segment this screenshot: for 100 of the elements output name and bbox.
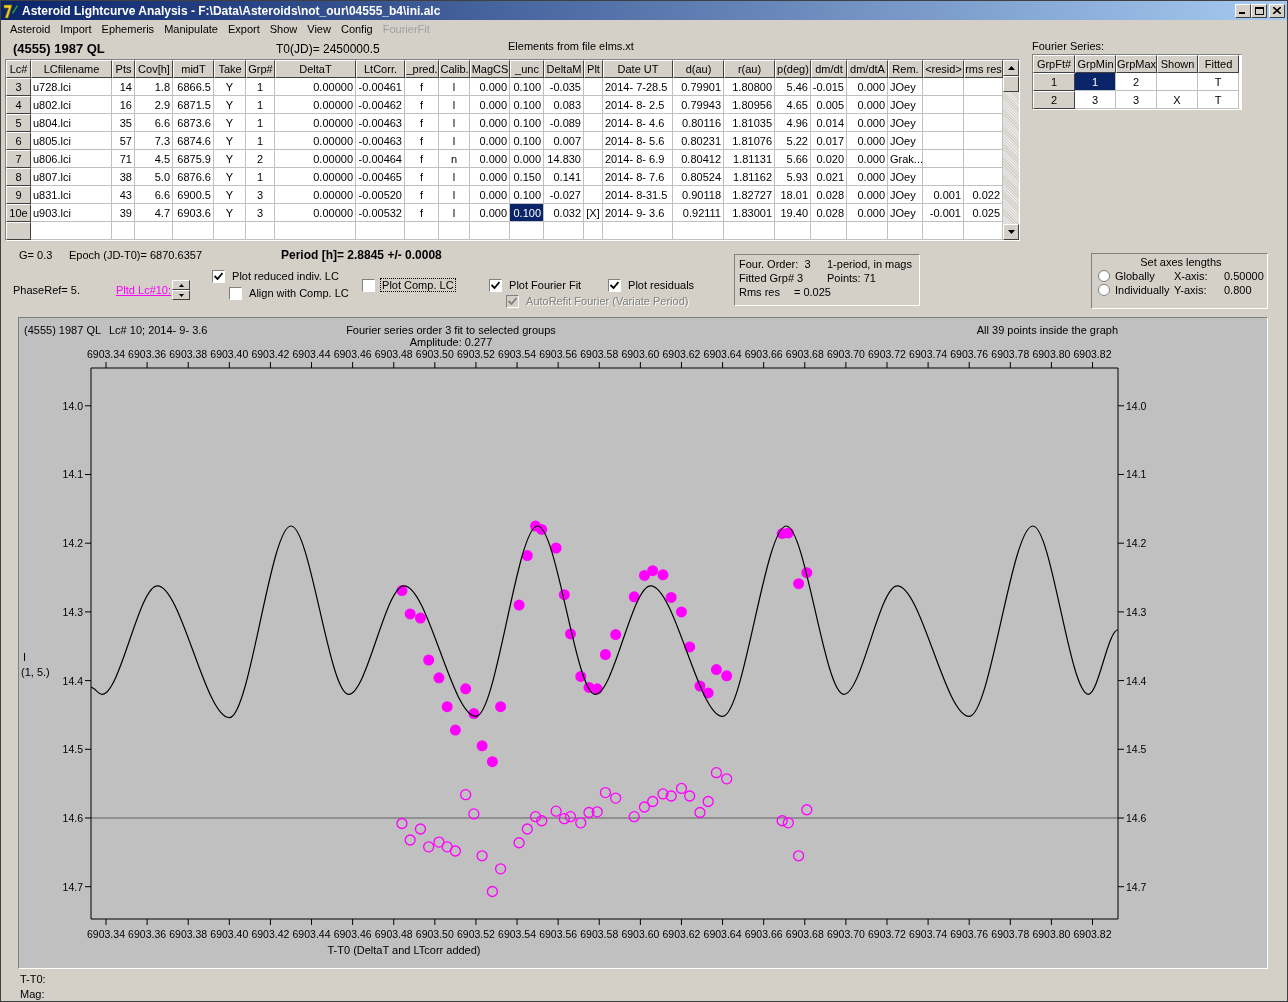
checkbox[interactable] <box>489 278 503 292</box>
menu-item[interactable]: View <box>302 23 336 35</box>
table-cell: 0.000 <box>847 114 888 132</box>
tick-label: 6903.34 <box>87 348 125 360</box>
column-header[interactable]: Calib. <box>439 60 470 78</box>
menu-item[interactable]: Import <box>55 23 97 35</box>
checkbox-label[interactable]: Plot reduced indiv. LC <box>230 269 341 283</box>
column-header[interactable]: <resid> <box>923 60 964 78</box>
column-header[interactable]: Grp# <box>246 60 275 78</box>
menu-item[interactable]: Export <box>222 23 265 35</box>
column-header[interactable]: r(au) <box>724 60 775 78</box>
table-cell: 2014- 8-31.5 <box>603 186 673 204</box>
column-header[interactable]: LCfilename <box>31 60 112 78</box>
column-header[interactable]: MagCS <box>470 60 510 78</box>
column-header[interactable]: Cov[h] <box>135 60 173 78</box>
row-header[interactable] <box>6 222 31 240</box>
tick-label: 6903.72 <box>868 928 906 940</box>
column-header[interactable]: Rem. <box>888 60 923 78</box>
minimize-button[interactable] <box>1235 3 1251 18</box>
maximize-button[interactable] <box>1251 3 1267 18</box>
tick-label: 6903.74 <box>909 348 948 360</box>
column-header[interactable]: Lc# <box>6 60 31 78</box>
column-header[interactable]: GrpMax <box>1116 55 1157 73</box>
row-header[interactable]: 4 <box>6 96 31 114</box>
row-header[interactable]: 3 <box>6 78 31 96</box>
row-header[interactable]: 5 <box>6 114 31 132</box>
radio-label[interactable]: Globally <box>1115 270 1155 282</box>
row-header[interactable]: 6 <box>6 132 31 150</box>
column-header[interactable]: _pred. <box>405 60 439 78</box>
table-cell: -0.001 <box>923 204 964 222</box>
table-cell: 0.100 <box>510 132 544 150</box>
checkbox[interactable] <box>362 278 376 292</box>
up-arrow-icon <box>178 283 184 287</box>
column-header[interactable]: Take <box>214 60 246 78</box>
spin-up-button[interactable] <box>172 280 191 290</box>
row-header[interactable]: 2 <box>1033 91 1075 109</box>
checkbox[interactable] <box>212 269 226 283</box>
mag-readout: Mag: <box>20 987 46 1001</box>
menu-item[interactable]: Config <box>335 23 378 35</box>
column-header[interactable]: DeltaM <box>544 60 584 78</box>
menu-item[interactable]: Show <box>264 23 303 35</box>
mode-text: 1-period, in mags <box>827 258 913 270</box>
menu-item[interactable]: Asteroid <box>5 23 56 35</box>
table-cell: f <box>405 78 439 96</box>
column-header[interactable]: LtCorr. <box>356 60 405 78</box>
column-header[interactable]: dm/dtA <box>847 60 888 78</box>
table-cell: 0.000 <box>470 78 510 96</box>
radio-button[interactable] <box>1098 270 1110 282</box>
checkbox-label[interactable]: Plot Comp. LC <box>380 278 456 292</box>
column-header[interactable]: _unc <box>510 60 544 78</box>
tick-label: 6903.42 <box>251 348 290 360</box>
menu-item[interactable]: Manipulate <box>159 23 223 35</box>
table-cell: u806.lci <box>31 150 112 168</box>
column-header[interactable]: dm/dt <box>811 60 847 78</box>
checkbox[interactable] <box>229 286 243 300</box>
column-header[interactable]: GrpMin <box>1075 55 1116 73</box>
row-header[interactable]: 7 <box>6 150 31 168</box>
column-header[interactable]: Shown <box>1157 55 1198 73</box>
table-cell: 0.001 <box>923 186 964 204</box>
tick-label: 6903.58 <box>580 348 619 360</box>
tick-label: 6903.44 <box>292 928 331 940</box>
column-header[interactable]: midT <box>173 60 214 78</box>
column-header[interactable]: p(deg) <box>775 60 811 78</box>
tick-label: 6903.74 <box>909 928 948 940</box>
column-header[interactable]: Date UT <box>603 60 673 78</box>
column-header[interactable]: DeltaT <box>275 60 356 78</box>
checkbox-label[interactable]: Align with Comp. LC <box>247 286 351 300</box>
table-cell: 1.81162 <box>724 168 775 186</box>
column-header[interactable]: GrpFt# <box>1033 55 1075 73</box>
radio-button[interactable] <box>1098 284 1110 296</box>
tick-label: 6903.68 <box>785 348 824 360</box>
close-button[interactable] <box>1269 3 1285 18</box>
checkbox-label[interactable]: Plot residuals <box>626 278 697 292</box>
table-cell: 5.66 <box>775 150 811 168</box>
scrollbar-thumb[interactable] <box>1003 76 1019 92</box>
data-point <box>513 599 525 611</box>
scroll-up-button[interactable] <box>1003 60 1019 76</box>
radio-label[interactable]: Individually <box>1115 284 1170 296</box>
row-header[interactable]: 8 <box>6 168 31 186</box>
scroll-down-button[interactable] <box>1003 224 1019 240</box>
table-cell: 2014- 8- 7.6 <box>603 168 673 186</box>
checkbox-label[interactable]: Plot Fourier Fit <box>507 278 584 292</box>
window-title: Asteroid Lightcurve Analysis - F:\Data\Asteroids\not_our\04555_b4\ini.alc <box>22 3 442 18</box>
menu-item[interactable]: Ephemeris <box>96 23 160 35</box>
tick-label: 6903.46 <box>333 348 372 360</box>
table-cell: 2.9 <box>135 96 173 114</box>
checkbox[interactable] <box>608 278 622 292</box>
row-header[interactable]: 1 <box>1033 73 1075 91</box>
column-header[interactable]: rms res <box>964 60 1003 78</box>
column-header[interactable]: Fitted <box>1198 55 1239 73</box>
column-header[interactable]: d(au) <box>673 60 724 78</box>
table-cell: -0.00464 <box>356 150 405 168</box>
table-cell: 1 <box>246 78 275 96</box>
column-header[interactable]: Plt <box>584 60 603 78</box>
spin-down-button[interactable] <box>172 290 191 300</box>
column-header[interactable]: Pts <box>112 60 135 78</box>
table-cell: 0.000 <box>470 168 510 186</box>
row-header[interactable]: 9 <box>6 186 31 204</box>
row-header[interactable]: 10e <box>6 204 31 222</box>
table-cell: 6866.5 <box>173 78 214 96</box>
